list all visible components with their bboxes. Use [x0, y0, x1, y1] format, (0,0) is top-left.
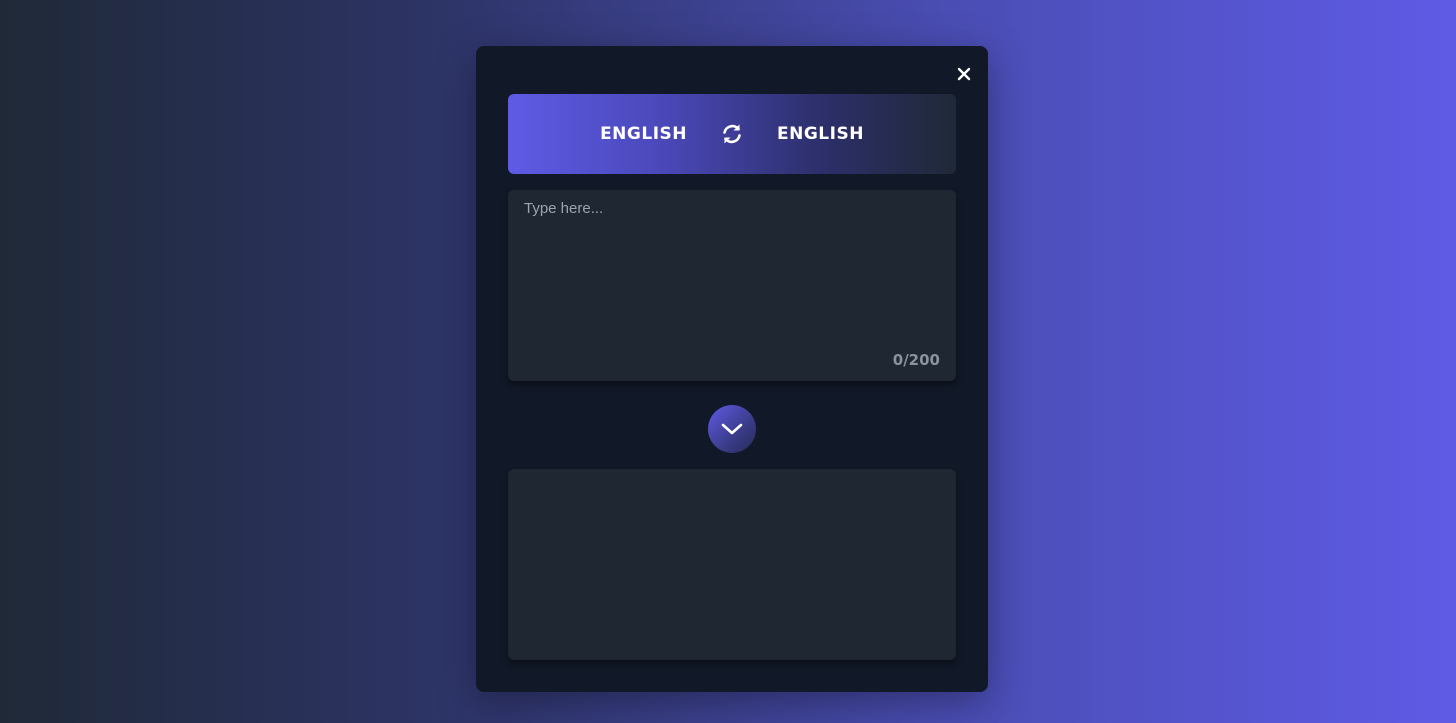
target-language-button[interactable]: ENGLISH [777, 124, 864, 144]
language-bar: ENGLISH ENGLISH [508, 94, 956, 174]
translation-output [508, 469, 956, 660]
chevron-down-icon [721, 423, 743, 435]
swap-icon [723, 124, 741, 144]
source-text-input[interactable] [508, 190, 956, 350]
swap-languages-button[interactable] [719, 121, 745, 147]
translator-modal: ENGLISH ENGLISH 0/200 [476, 46, 988, 692]
source-language-button[interactable]: ENGLISH [600, 124, 687, 144]
source-text-box: 0/200 [508, 190, 956, 381]
close-button[interactable] [954, 64, 974, 84]
close-icon [957, 67, 971, 81]
translate-button[interactable] [708, 405, 756, 453]
character-counter: 0/200 [892, 351, 940, 369]
